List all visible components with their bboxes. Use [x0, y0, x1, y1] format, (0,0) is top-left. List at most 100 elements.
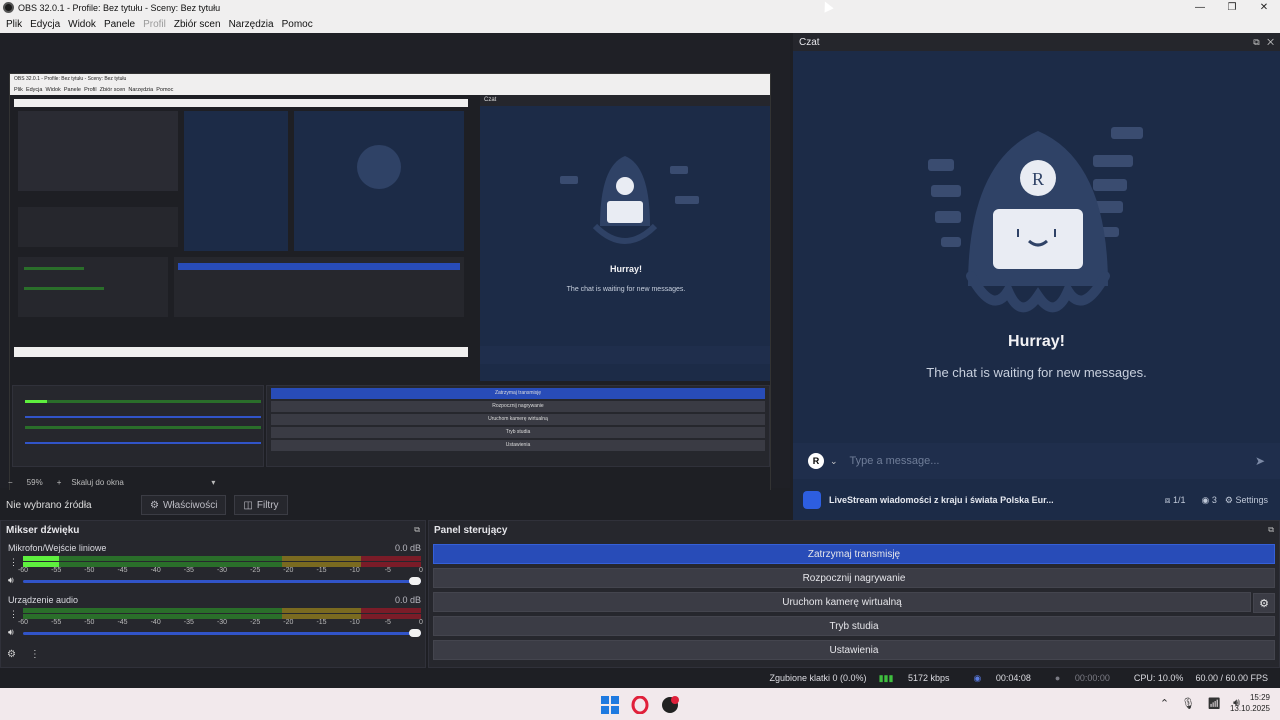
properties-button[interactable]: ⚙ Właściwości [141, 495, 227, 515]
gear-icon: ⚙ [1259, 598, 1269, 610]
mixer-header: Mikser dźwięku ⧉ [1, 521, 425, 539]
stream-time: ◉ 00:04:08 [973, 673, 1042, 684]
menu-item-zbior-scen[interactable]: Zbiór scen [174, 19, 221, 30]
opera-browser-icon[interactable] [631, 696, 649, 714]
menu-item-pomoc[interactable]: Pomoc [282, 19, 313, 30]
window-title: OBS 32.0.1 - Profile: Bez tytułu - Sceny… [18, 2, 221, 13]
system-tray: ⌃ 🎙︎ 📶︎ 🔊︎ [1148, 697, 1240, 710]
gear-icon: ⚙ [1224, 494, 1233, 505]
send-icon[interactable]: ➤ [1255, 454, 1265, 468]
nested-obs-body: Czat Hurray! The chat is waiting for new… [10, 95, 770, 501]
volume-slider[interactable] [23, 577, 421, 585]
nested-chat-dock: Czat Hurray! The chat is waiting for new… [480, 95, 770, 381]
volume-slider[interactable] [23, 629, 421, 637]
nested-menu-bar: Plik Edycja Widok Panele Profil Zbiór sc… [10, 85, 770, 95]
meter-ticks: -60 -55 -50 -45 -40 -35 -30 -25 -20 -15 -10 -5 0 [18, 619, 423, 629]
nested-stop-stream: Zatrzymaj transmisję [271, 388, 765, 399]
menu-item-profil[interactable]: Profil [143, 19, 166, 30]
svg-text:The chat is waiting for new me: The chat is waiting for new messages. [567, 286, 686, 293]
chat-settings-label: Settings [1235, 494, 1268, 505]
broadcast-icon: ◉ [973, 672, 982, 683]
dock-controls: ⧉ ✕ [1253, 37, 1274, 48]
wifi-icon[interactable]: 📶︎ [1207, 697, 1221, 710]
zoom-out-button[interactable]: − [8, 478, 13, 487]
properties-label: Właściwości [162, 499, 218, 511]
clock-time: 15:29 [1249, 693, 1270, 702]
status-bar: Zgubione klatki 0 (0.0%) ▮▮▮ 5172 kbps ◉… [0, 668, 1280, 688]
chat-empty-headline: Hurray! [1008, 333, 1065, 350]
meter-tick-label: -15 [316, 619, 327, 626]
float-icon[interactable]: ⧉ [1253, 37, 1259, 47]
chat-dock: Czat ⧉ ✕ R Hurray! The chat is waiting f… [793, 33, 1280, 520]
svg-text:R: R [1032, 169, 1044, 189]
chat-footer: LiveStream wiadomości z kraju i świata P… [793, 485, 1280, 515]
chat-body: R Hurray! The chat is waiting for new me… [793, 51, 1280, 441]
stop-stream-button[interactable]: Zatrzymaj transmisję [433, 544, 1275, 564]
menu-item-narzedzia[interactable]: Narzędzia [229, 19, 274, 30]
nested-menu-item: Widok [45, 87, 61, 93]
settings-button[interactable]: Ustawienia [433, 640, 1275, 660]
record-icon: ● [1054, 673, 1061, 683]
stream-time-value: 00:04:08 [995, 673, 1031, 683]
volume-slider-handle[interactable] [409, 577, 421, 585]
nested-preview-screen [14, 99, 468, 357]
volume-meter [23, 556, 421, 561]
channel-menu-icon[interactable]: ⋮ [9, 557, 18, 568]
mixer-channel-desktop: Urządzenie audio 0.0 dB ⋮ -60 -55 -50 -45 -4… [1, 595, 427, 647]
scale-mode-select[interactable]: Skaluj do okna [71, 478, 211, 487]
microphone-icon[interactable]: 🎙︎ [1181, 697, 1195, 710]
virtual-camera-settings-button[interactable]: ⚙ [1253, 593, 1275, 613]
source-toolbar: Nie wybrano źródła ⚙ Właściwości ◫ Filtr… [0, 490, 790, 520]
nested-start-recording: Rozpocznij nagrywanie [271, 401, 765, 412]
meter-tick-label: -45 [117, 619, 128, 626]
svg-text:Hurray!: Hurray! [610, 264, 642, 274]
filters-button[interactable]: ◫ Filtry [234, 495, 288, 515]
close-icon[interactable]: ✕ [1267, 37, 1274, 47]
mixer-title: Mikser dźwięku [6, 524, 80, 536]
volume-slider-handle[interactable] [409, 629, 421, 637]
preview-canvas[interactable]: OBS 32.0.1 - Profile: Bez tytułu - Sceny… [9, 73, 771, 502]
windows-start-icon[interactable] [601, 696, 619, 714]
menu-item-widok[interactable]: Widok [68, 19, 96, 30]
maximize-button[interactable]: ❐ [1216, 0, 1248, 15]
channel-name: Mikrofon/Wejście liniowe [8, 543, 107, 553]
chat-message-input[interactable]: Type a message... [850, 455, 1255, 467]
stack-icon: ⧈ [1164, 494, 1171, 505]
meter-tick-label: 0 [419, 619, 423, 626]
meter-tick-label: -20 [283, 567, 294, 574]
float-icon[interactable]: ⧉ [1268, 525, 1274, 535]
clock-date: 13.10.2025 [1229, 704, 1270, 713]
taskbar-clock[interactable]: 15:29 13.10.2025 [1230, 692, 1270, 714]
menu-item-plik[interactable]: Plik [6, 19, 22, 30]
speaker-icon[interactable]: 🔊︎ [8, 627, 14, 638]
meter-tick-label: 0 [419, 567, 423, 574]
studio-mode-button[interactable]: Tryb studia [433, 616, 1275, 636]
chat-settings-button[interactable]: ⚙ Settings [1225, 495, 1268, 506]
close-button[interactable]: ✕ [1248, 0, 1280, 15]
chevron-up-icon[interactable]: ⌃ [1160, 697, 1169, 710]
speaker-icon[interactable]: 🔊︎ [8, 575, 14, 586]
mixer-menu-icon[interactable]: ⋮ [30, 649, 40, 660]
obs-logo-icon [3, 2, 14, 13]
mixer-settings-icon[interactable]: ⚙ [7, 649, 16, 660]
preview-area[interactable]: OBS 32.0.1 - Profile: Bez tytułu - Sceny… [0, 33, 790, 502]
obs-taskbar-icon[interactable] [661, 696, 679, 714]
channel-db: 0.0 dB [394, 543, 421, 553]
zoom-in-button[interactable]: + [57, 478, 62, 487]
minimize-button[interactable]: — [1184, 0, 1216, 15]
viewers-value: 3 [1211, 494, 1217, 505]
channel-menu-icon[interactable]: ⋮ [9, 609, 18, 620]
meter-tick-label: -25 [250, 619, 261, 626]
float-icon[interactable]: ⧉ [414, 525, 420, 535]
window-controls: — ❐ ✕ [1184, 0, 1280, 15]
chevron-down-icon[interactable]: ⌄ [830, 456, 838, 467]
nested-menu-item: Zbiór scen [99, 87, 126, 93]
start-recording-button[interactable]: Rozpocznij nagrywanie [433, 568, 1275, 588]
avatar[interactable]: R [808, 453, 824, 469]
viewers-count: ◉ 3 [1201, 495, 1216, 506]
menu-item-panele[interactable]: Panele [104, 19, 135, 30]
menu-item-edycja[interactable]: Edycja [30, 19, 60, 30]
virtual-camera-button[interactable]: Uruchom kamerę wirtualną [433, 592, 1251, 612]
recording-time: ● 00:00:00 [1055, 673, 1122, 683]
chevron-down-icon[interactable]: ▾ [211, 478, 215, 487]
